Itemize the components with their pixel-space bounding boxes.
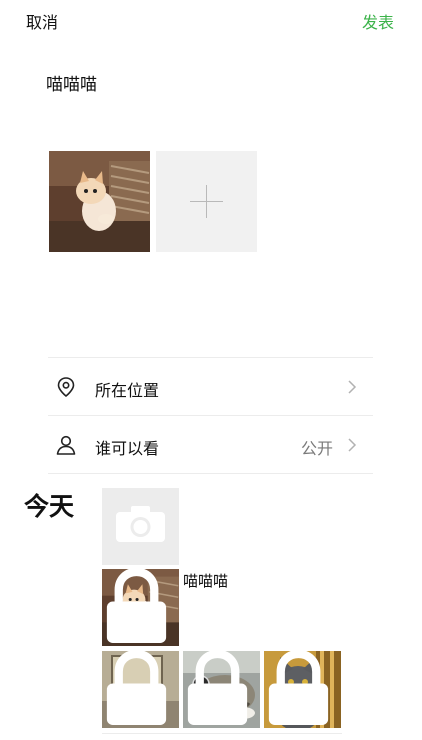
post-text[interactable]: 喵喵喵: [46, 70, 97, 95]
location-pin-icon: [57, 377, 75, 398]
cat-photo-image: [49, 151, 150, 252]
lock-icon: [187, 651, 248, 725]
chevron-right-icon: [348, 438, 357, 452]
visibility-value: 公开: [300, 439, 333, 458]
timeline-photo-cat[interactable]: [102, 569, 179, 646]
lock-icon: [106, 651, 167, 725]
location-row[interactable]: 所在位置: [48, 358, 373, 414]
person-icon: [56, 435, 76, 455]
timeline-photo-tabby-cat[interactable]: [183, 651, 260, 728]
timeline-photo-gray-cat-portrait[interactable]: [264, 651, 341, 728]
divider: [48, 473, 373, 474]
lock-icon: [268, 651, 329, 725]
visibility-row[interactable]: 谁可以看 公开: [48, 416, 373, 472]
lock-icon: [106, 569, 167, 643]
day-label: 今天: [24, 492, 75, 521]
publish-button[interactable]: 发表: [362, 9, 394, 33]
cancel-button[interactable]: 取消: [26, 9, 58, 33]
timeline-photo-gray-cat-couch[interactable]: [102, 651, 179, 728]
location-label: 所在位置: [95, 381, 160, 400]
visibility-label: 谁可以看: [95, 439, 160, 458]
add-photo-button[interactable]: [156, 151, 257, 252]
camera-icon: [116, 506, 165, 542]
divider: [102, 733, 342, 734]
camera-button[interactable]: [102, 488, 179, 565]
timeline-entry-caption: 喵喵喵: [183, 572, 229, 590]
chevron-right-icon: [348, 380, 357, 394]
plus-icon-vertical: [206, 185, 207, 218]
attached-photo-cat[interactable]: [49, 151, 150, 252]
